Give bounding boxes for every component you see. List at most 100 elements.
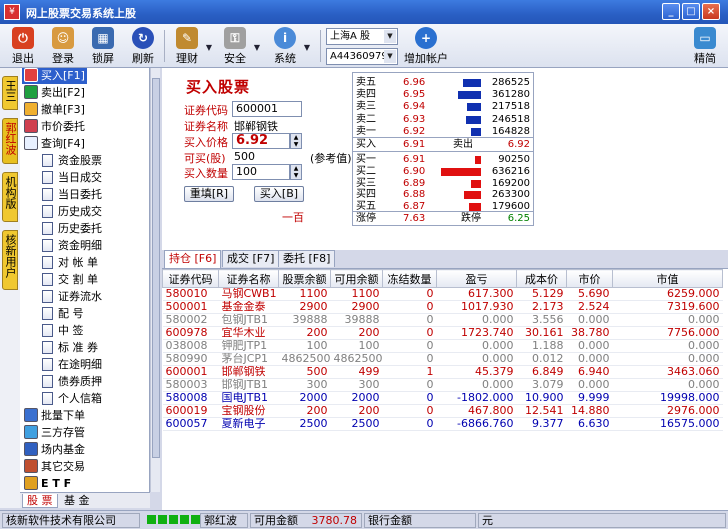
exit-button[interactable]: ⏻ 退出 (8, 27, 38, 65)
buy-button[interactable]: 买入[B] (254, 186, 304, 202)
tree-item-buy[interactable]: 买入[F1] (22, 68, 87, 84)
column-header[interactable]: 市值 (612, 269, 723, 288)
table-row[interactable]: 600057 夏新电子 2500 2500 0 -6866.760 9.377 6.630 16… (162, 417, 723, 431)
table-cell: 0 (382, 404, 437, 418)
quote-ask-row[interactable]: 卖五 6.96 286525 (353, 76, 533, 89)
tree-item-history-deals[interactable]: 历史成交 (42, 204, 102, 220)
table-cell: 200 (278, 404, 331, 418)
table-cell: 0 (382, 326, 437, 340)
column-header[interactable]: 盈亏 (436, 269, 517, 288)
finance-menu-button[interactable]: ✎ 理财 ▼ (172, 27, 212, 65)
vtab-new-user[interactable]: 核新用户 (2, 230, 18, 290)
table-cell: 580990 (162, 352, 219, 366)
compact-mode-button[interactable]: ▭ 精简 (690, 27, 720, 65)
volume-bar (441, 167, 481, 176)
table-row[interactable]: 580008 国电JTB1 2000 2000 0 -1802.000 10.900 9.99… (162, 391, 723, 405)
table-cell: 2.173 (516, 300, 567, 314)
tree-item-custody[interactable]: 三方存管 (24, 425, 85, 441)
vtab-user-2[interactable]: 郭红波 (2, 118, 18, 164)
quote-ask-row[interactable]: 卖四 6.95 361280 (353, 88, 533, 101)
column-header[interactable]: 股票余额 (278, 269, 331, 288)
tab-deals[interactable]: 成交 [F7] (222, 250, 280, 267)
table-cell: 3.556 (516, 313, 567, 327)
tree-item-delivery[interactable]: 交 割 单 (42, 272, 98, 288)
vtab-institution[interactable]: 机构版 (2, 172, 18, 222)
tree-item-onsite-fund[interactable]: 场内基金 (24, 442, 85, 458)
tree-item-history-orders[interactable]: 历史委托 (42, 221, 102, 237)
key-icon: ⚿ (224, 27, 246, 49)
system-menu-button[interactable]: i 系统 ▼ (270, 27, 310, 65)
add-account-button[interactable]: + 增加帐户 (404, 27, 448, 65)
tree-item-lottery[interactable]: 中 签 (42, 323, 84, 339)
security-menu-button[interactable]: ⚿ 安全 ▼ (220, 27, 260, 65)
reset-button[interactable]: 重填[R] (184, 186, 234, 202)
tree-item-transit[interactable]: 在途明细 (42, 357, 102, 373)
table-cell: 2900 (330, 300, 383, 314)
tree-item-cancel[interactable]: 撤单[F3] (24, 102, 85, 118)
account-select[interactable]: A443609791 ▼ (326, 48, 398, 65)
table-cell: 1017.930 (436, 300, 517, 314)
column-header[interactable]: 可用余额 (330, 269, 383, 288)
lock-screen-button[interactable]: ▦ 锁屏 (88, 27, 118, 65)
tree-item-bond-pledge[interactable]: 债券质押 (42, 374, 102, 390)
tree-item-funds-stocks[interactable]: 资金股票 (42, 153, 102, 169)
table-cell: 39888 (330, 313, 383, 327)
tree-item-query[interactable]: 查询[F4] (24, 136, 85, 152)
tree-item-mailbox[interactable]: 个人信箱 (42, 391, 102, 407)
code-input[interactable]: 600001 (232, 101, 302, 117)
table-row[interactable]: 580010 马钢CWB1 1100 1100 0 617.300 5.129 5.690 62… (162, 287, 723, 301)
tab-funds[interactable]: 基 金 (60, 494, 94, 508)
table-row[interactable]: 600001 邯郸钢铁 500 499 1 45.379 6.849 6.940 3463.06… (162, 365, 723, 379)
table-row[interactable]: 580990 茅台JCP1 4862500 4862500 0 0.000 0.012 0.0… (162, 352, 723, 366)
column-header[interactable]: 证券代码 (162, 269, 219, 288)
price-stepper[interactable]: ▲ ▼ (290, 133, 302, 149)
tab-stocks[interactable]: 股 票 (22, 494, 58, 508)
table-row[interactable]: 500001 基金金泰 2900 2900 0 1017.930 2.173 2.524 731… (162, 300, 723, 314)
refresh-button[interactable]: ↻ 刷新 (128, 27, 158, 65)
scrollbar-thumb[interactable] (152, 78, 160, 458)
qty-stepper[interactable]: ▲ ▼ (290, 164, 302, 180)
minimize-button[interactable]: _ (662, 3, 680, 20)
table-cell: 300 (330, 378, 383, 392)
tree-item-fund-details[interactable]: 资金明细 (42, 238, 102, 254)
tree-item-sell[interactable]: 卖出[F2] (24, 85, 85, 101)
tree-item-standard-bond[interactable]: 标 准 券 (42, 340, 98, 356)
tree-item-etf[interactable]: E T F (24, 476, 71, 492)
tree-item-today-orders[interactable]: 当日委托 (42, 187, 102, 203)
table-cell: 2900 (278, 300, 331, 314)
tree-item-securities-flow[interactable]: 证券流水 (42, 289, 102, 305)
tree-item-today-deals[interactable]: 当日成交 (42, 170, 102, 186)
column-header[interactable]: 证券名称 (218, 269, 279, 288)
bank-icon (24, 425, 38, 439)
document-icon (42, 171, 53, 184)
quote-volume: 361280 (491, 89, 530, 101)
price-input[interactable]: 6.92 (232, 133, 290, 149)
tree-item-statement[interactable]: 对 帐 单 (42, 255, 98, 271)
close-button[interactable]: × (702, 3, 720, 20)
table-row[interactable]: 580002 包钢JTB1 39888 39888 0 0.000 3.556 0.000 0.… (162, 313, 723, 327)
tree-scrollbar[interactable] (150, 68, 160, 492)
quote-ask-row[interactable]: 卖二 6.93 246518 (353, 113, 533, 126)
table-row[interactable]: 038008 钾肥JTP1 100 100 0 0.000 1.188 0.000 0.000 (162, 339, 723, 353)
tab-orders[interactable]: 委托 [F8] (278, 250, 336, 267)
tree-item-market-order[interactable]: 市价委托 (24, 119, 85, 135)
vtab-user-1[interactable]: 王三 (2, 76, 18, 110)
qty-input[interactable]: 100 (232, 164, 290, 180)
tree-item-other-trade[interactable]: 其它交易 (24, 459, 85, 475)
tab-holdings[interactable]: 持仓 [F6] (164, 250, 222, 268)
column-header[interactable]: 市价 (566, 269, 613, 288)
table-row[interactable]: 580003 邯钢JTB1 300 300 0 0.000 3.079 0.000 0.000 (162, 378, 723, 392)
tree-item-allotment[interactable]: 配 号 (42, 306, 84, 322)
column-header[interactable]: 冻结数量 (382, 269, 437, 288)
tree-item-batch-order[interactable]: 批量下单 (24, 408, 85, 424)
quote-ask-row[interactable]: 卖三 6.94 217518 (353, 100, 533, 113)
maximize-button[interactable]: □ (682, 3, 700, 20)
quote-ask-row[interactable]: 卖一 6.92 164828 (353, 125, 533, 138)
table-cell: 宜华木业 (218, 326, 279, 340)
table-row[interactable]: 600978 宜华木业 200 200 0 1723.740 30.161 38.780 775… (162, 326, 723, 340)
table-row[interactable]: 600019 宝钢股份 200 200 0 467.800 12.541 14.880 2976… (162, 404, 723, 418)
login-button[interactable]: ☺ 登录 (48, 27, 78, 65)
column-header[interactable]: 成本价 (516, 269, 567, 288)
market-select[interactable]: 上海A 股 ▼ (326, 28, 398, 45)
table-cell: 0.000 (566, 352, 613, 366)
